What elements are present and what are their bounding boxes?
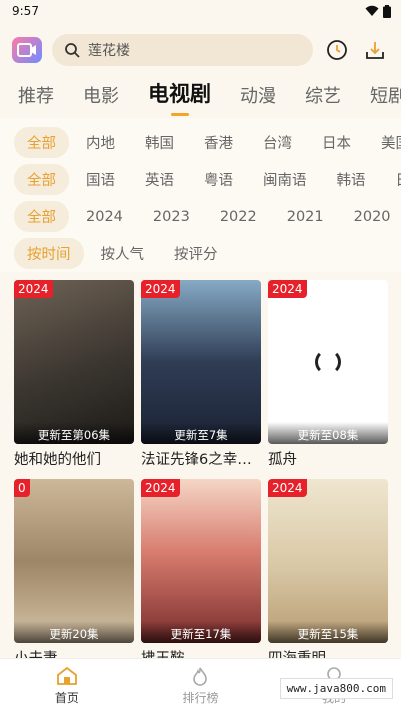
update-status: 更新至7集	[141, 422, 261, 444]
nav-label: 排行榜	[182, 691, 219, 705]
filter-chip[interactable]: 2022	[207, 204, 270, 230]
filter-chip[interactable]: 日本	[309, 127, 364, 158]
home-icon	[56, 666, 77, 685]
tab-anime[interactable]: 动漫	[240, 82, 276, 118]
filter-chip[interactable]: 香港	[191, 127, 246, 158]
show-card[interactable]: 0 更新20集 小夫妻	[14, 479, 134, 668]
filter-chip[interactable]: 2023	[140, 204, 203, 230]
poster-image[interactable]: 2024 更新至7集	[141, 280, 261, 444]
show-card[interactable]: 2024 更新至08集 孤舟	[268, 280, 388, 469]
show-card[interactable]: 2024 更新至第06集 她和她的他们	[14, 280, 134, 469]
filter-chip[interactable]: 全部	[14, 127, 69, 158]
download-button[interactable]	[361, 36, 389, 64]
filter-row-region: 全部 内地 韩国 香港 台湾 日本 美国	[0, 124, 401, 161]
show-title[interactable]: 法证先锋6之幸存者的救赎	[141, 448, 261, 469]
year-badge: 0	[14, 479, 30, 497]
download-icon	[366, 42, 384, 59]
nav-ranking[interactable]: 排行榜	[160, 666, 240, 706]
filter-area: 全部 内地 韩国 香港 台湾 日本 美国 全部 国语 英语 粤语 闽南语 韩语 …	[0, 118, 401, 272]
poster-image[interactable]: 0 更新20集	[14, 479, 134, 643]
loading-spinner-icon	[315, 349, 341, 375]
show-title[interactable]: 孤舟	[268, 448, 388, 469]
status-bar: 9:57	[0, 0, 401, 22]
update-status: 更新至17集	[141, 621, 261, 643]
sort-chip[interactable]: 按评分	[161, 238, 231, 269]
status-icons	[365, 4, 391, 18]
filter-chip[interactable]: 2021	[274, 204, 337, 230]
filter-row-language: 全部 国语 英语 粤语 闽南语 韩语 日语	[0, 161, 401, 198]
sort-chip[interactable]: 按时间	[14, 238, 84, 269]
show-card[interactable]: 2024 更新至15集 四海重明	[268, 479, 388, 668]
filter-chip[interactable]: 全部	[14, 164, 69, 195]
sort-chip[interactable]: 按人气	[88, 238, 158, 269]
filter-chip[interactable]: 台湾	[250, 127, 305, 158]
status-time: 9:57	[12, 4, 39, 18]
show-card[interactable]: 2024 更新至17集 拂玉鞍	[141, 479, 261, 668]
main-tabs: 推荐 电影 电视剧 动漫 综艺 短剧	[0, 78, 401, 118]
year-badge: 2024	[141, 479, 180, 497]
year-badge: 2024	[14, 280, 53, 298]
nav-home[interactable]: 首页	[27, 666, 107, 706]
clock-icon	[327, 40, 347, 60]
tab-variety[interactable]: 综艺	[305, 82, 341, 118]
filter-chip[interactable]: 内地	[73, 127, 128, 158]
poster-image[interactable]: 2024 更新至08集	[268, 280, 388, 444]
top-bar: 莲花楼	[0, 22, 401, 78]
poster-image[interactable]: 2024 更新至第06集	[14, 280, 134, 444]
year-badge: 2024	[268, 280, 307, 298]
show-grid: 2024 更新至第06集 她和她的他们 2024 更新至7集 法证先锋6之幸存者…	[0, 272, 401, 668]
search-icon	[65, 43, 80, 58]
filter-chip[interactable]: 国语	[73, 164, 128, 195]
filter-chip[interactable]: 2020	[341, 204, 401, 230]
tab-tv-series[interactable]: 电视剧	[148, 78, 211, 118]
filter-chip[interactable]: 韩语	[324, 164, 379, 195]
show-title[interactable]: 她和她的他们	[14, 448, 134, 469]
filter-chip[interactable]: 闽南语	[250, 164, 320, 195]
filter-chip[interactable]: 全部	[14, 201, 69, 232]
wifi-icon	[365, 5, 379, 16]
filter-chip[interactable]: 2024	[73, 204, 136, 230]
update-status: 更新20集	[14, 621, 134, 643]
tab-movie[interactable]: 电影	[83, 82, 119, 118]
update-status: 更新至15集	[268, 621, 388, 643]
filter-row-year: 全部 2024 2023 2022 2021 2020 2019	[0, 198, 401, 235]
filter-chip[interactable]: 日语	[383, 164, 401, 195]
tab-recommend[interactable]: 推荐	[18, 82, 54, 118]
poster-image[interactable]: 2024 更新至17集	[141, 479, 261, 643]
filter-chip[interactable]: 粤语	[191, 164, 246, 195]
filter-chip[interactable]: 韩国	[132, 127, 187, 158]
filter-chip[interactable]: 美国	[368, 127, 401, 158]
search-placeholder: 莲花楼	[88, 43, 130, 59]
nav-label: 首页	[54, 691, 79, 705]
update-status: 更新至08集	[268, 422, 388, 444]
flame-icon	[193, 667, 208, 686]
year-badge: 2024	[141, 280, 180, 298]
tab-short-drama[interactable]: 短剧	[370, 82, 401, 118]
show-card[interactable]: 2024 更新至7集 法证先锋6之幸存者的救赎	[141, 280, 261, 469]
poster-image[interactable]: 2024 更新至15集	[268, 479, 388, 643]
filter-row-sort: 按时间 按人气 按评分	[0, 235, 401, 272]
tv-logo-icon[interactable]	[12, 37, 42, 63]
battery-icon	[383, 4, 391, 18]
history-button[interactable]	[323, 36, 351, 64]
search-input[interactable]: 莲花楼	[52, 34, 313, 66]
year-badge: 2024	[268, 479, 307, 497]
update-status: 更新至第06集	[14, 422, 134, 444]
filter-chip[interactable]: 英语	[132, 164, 187, 195]
watermark: www.java800.com	[279, 678, 393, 699]
